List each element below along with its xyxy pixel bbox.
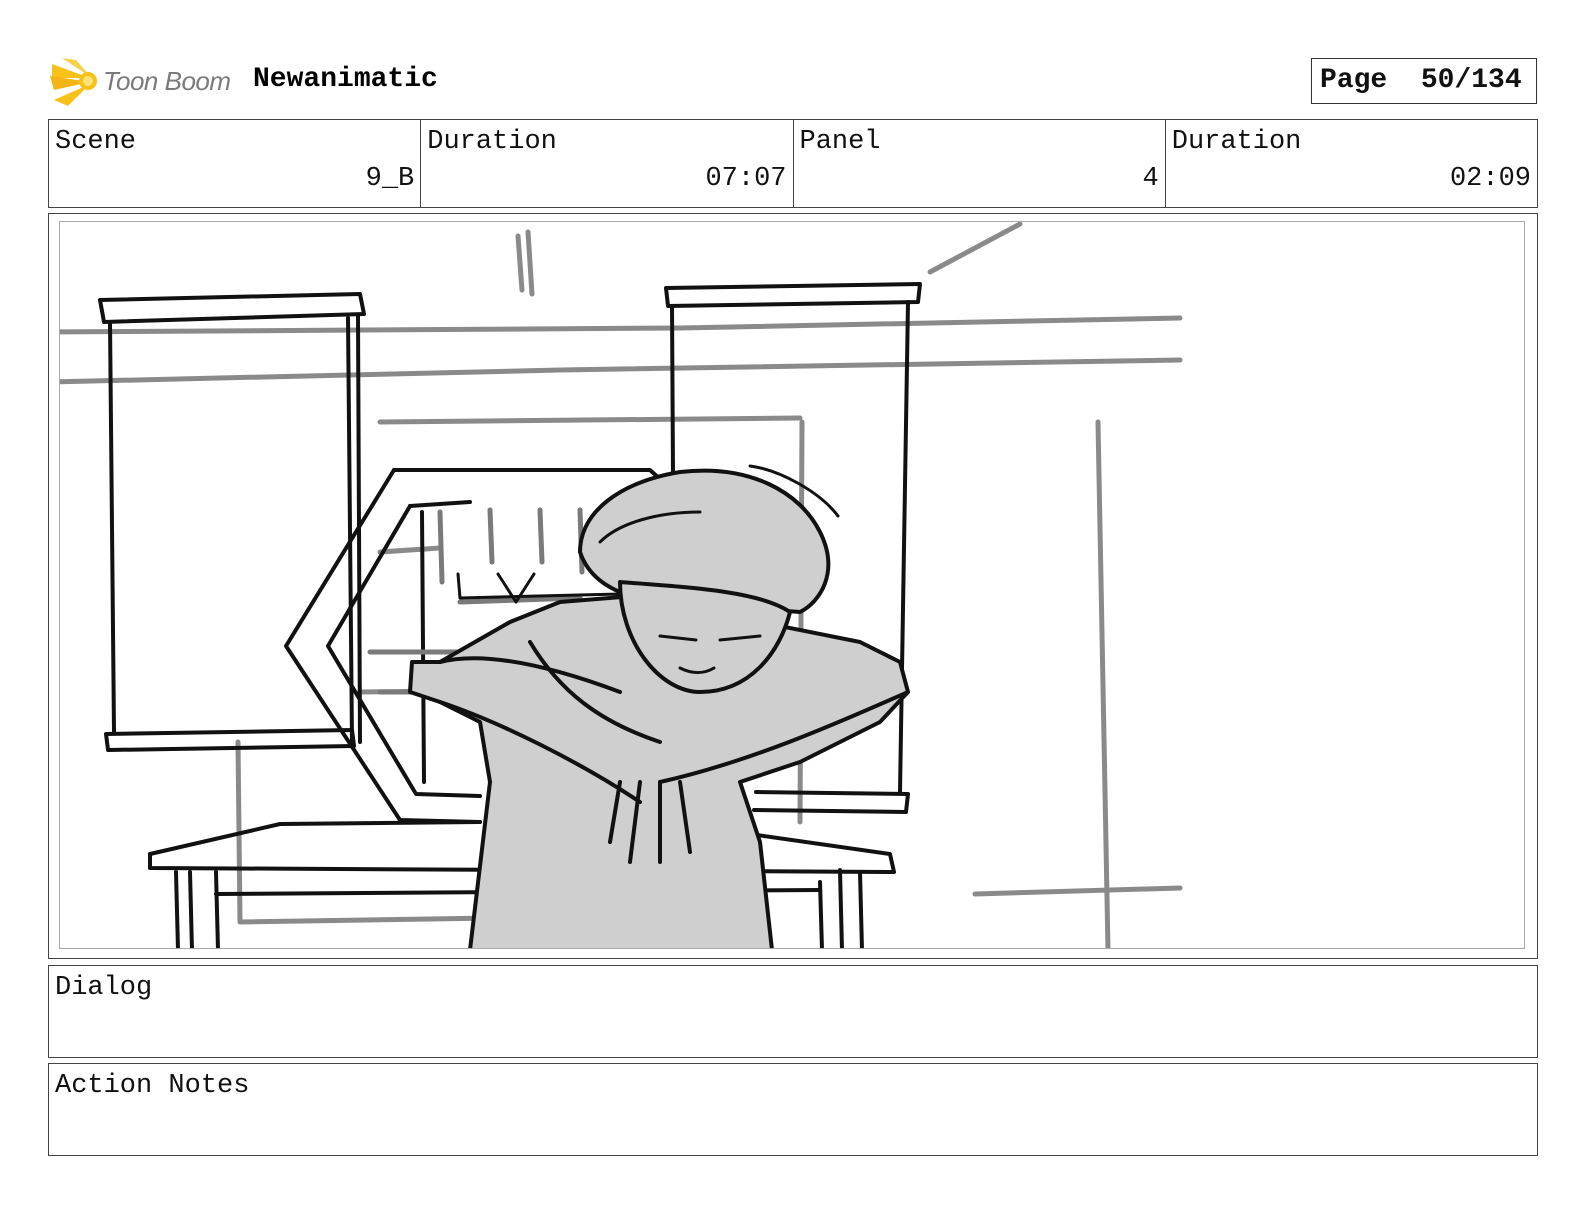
toon-boom-logo-icon [50,56,110,108]
scene-value: 9_B [365,164,415,194]
scene-duration-value: 07:07 [705,164,787,194]
project-title: Newanimatic [253,64,438,95]
panel-label: Panel [799,127,881,157]
panel-duration-value: 02:09 [1449,164,1531,194]
panel-value: 4 [1142,164,1159,194]
scene-cell: Scene 9_B [49,120,422,207]
panel-duration-label: Duration [1171,127,1302,157]
panel-image [59,221,1525,949]
page-label: Page [1320,65,1388,96]
storyboard-panel [48,213,1538,959]
panel-cell: Panel 4 [794,120,1166,207]
page-value: 50/134 [1420,65,1522,96]
dialog-label: Dialog [55,973,153,1003]
brand-name: Toon Boom [103,66,231,96]
action-notes-box[interactable]: Action Notes [48,1063,1538,1156]
scene-duration-cell: Duration 07:07 [421,120,794,207]
scene-label: Scene [55,127,137,157]
dialog-box[interactable]: Dialog [48,965,1538,1058]
scene-duration-label: Duration [427,127,557,157]
scene-info-row: Scene 9_B Duration 07:07 Panel 4 Duratio… [48,119,1538,208]
page-indicator: Page 50/134 [1311,58,1537,104]
storyboard-sketch [60,222,1183,948]
panel-duration-cell: Duration 02:09 [1166,120,1537,207]
action-notes-label: Action Notes [55,1071,250,1101]
